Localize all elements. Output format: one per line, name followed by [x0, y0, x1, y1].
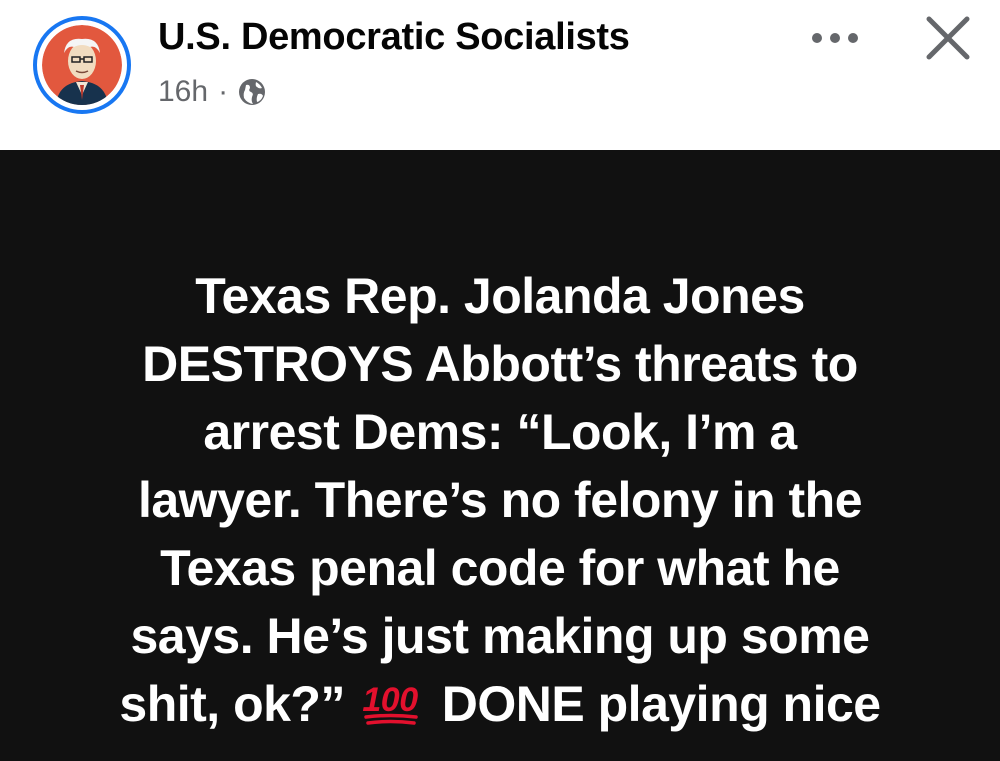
page-avatar[interactable]: [33, 16, 131, 114]
more-options-button[interactable]: [800, 18, 870, 58]
image-text-line: Texas penal code for what he: [160, 540, 840, 596]
more-options-icon: [812, 33, 858, 43]
close-icon: [926, 16, 970, 60]
meta-separator: ·: [218, 75, 229, 108]
image-text-line: DESTROYS Abbott’s threats to: [142, 336, 858, 392]
globe-icon: [238, 78, 266, 106]
last-line-start: shit, ok?”: [119, 676, 345, 732]
last-line-end: DONE playing nice: [441, 676, 881, 732]
post-image[interactable]: Texas Rep. Jolanda Jones DESTROYS Abbott…: [0, 150, 1000, 761]
image-text-line: Texas Rep. Jolanda Jones: [195, 268, 805, 324]
hundred-points-icon: 100: [363, 681, 419, 725]
post-timestamp[interactable]: 16h: [158, 75, 208, 109]
post-header: U.S. Democratic Socialists 16h ·: [0, 0, 1000, 150]
image-text-line: says. He’s just making up some: [130, 608, 870, 664]
close-button[interactable]: [910, 8, 986, 68]
page-name[interactable]: U.S. Democratic Socialists: [158, 16, 630, 59]
image-text-line-last: shit, ok?” 100 DONE playing nice: [40, 670, 960, 738]
hundred-points-emoji: 100: [363, 681, 419, 719]
post-meta: 16h ·: [158, 74, 266, 110]
avatar-image: [42, 25, 122, 105]
image-text-line: arrest Dems: “Look, I’m a: [203, 404, 797, 460]
image-text: Texas Rep. Jolanda Jones DESTROYS Abbott…: [40, 262, 960, 738]
image-text-line: lawyer. There’s no felony in the: [137, 472, 863, 528]
